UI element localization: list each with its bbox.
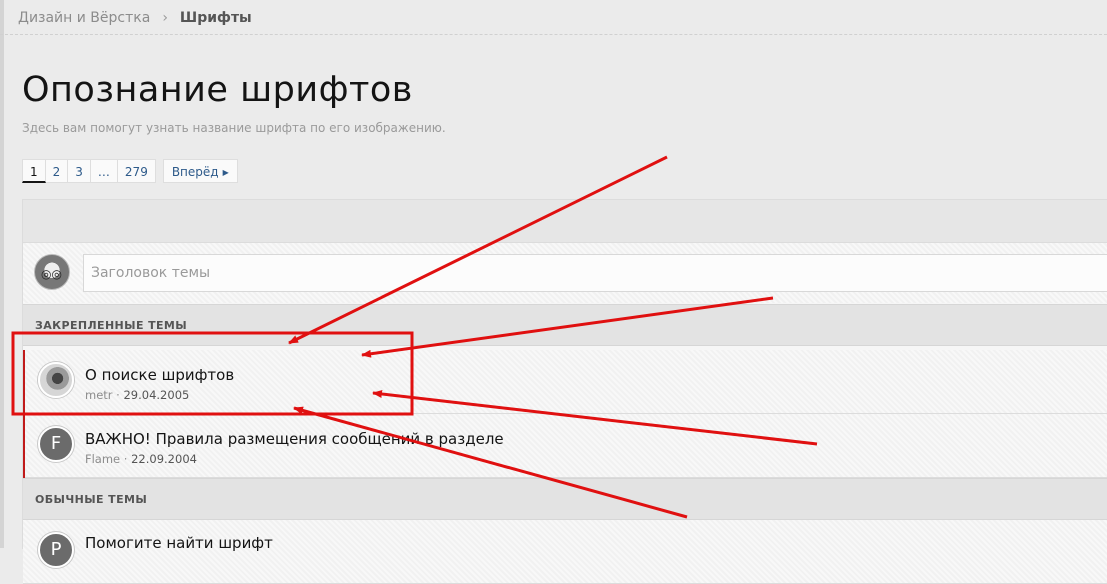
breadcrumb-parent-link[interactable]: Дизайн и Вёрстка xyxy=(18,10,150,26)
sticky-section-header: ЗАКРЕПЛЕННЫЕ ТЕМЫ xyxy=(23,304,1107,346)
breadcrumb-current-link[interactable]: Шрифты xyxy=(180,10,252,26)
glasses-icon: ◎◎ xyxy=(41,267,62,281)
thread-meta: metr · 29.04.2005 xyxy=(85,388,190,402)
quick-thread-row: ◎◎ xyxy=(23,243,1107,303)
page-title: Опознание шрифтов xyxy=(22,70,413,110)
thread-row[interactable]: F ВАЖНО! Правила размещения сообщений в … xyxy=(23,414,1107,478)
thread-author-link[interactable]: Flame xyxy=(85,452,120,466)
thread-title-link[interactable]: О поиске шрифтов xyxy=(85,366,234,384)
thread-author-link[interactable]: metr xyxy=(85,388,113,402)
thread-date: 29.04.2005 xyxy=(123,388,190,402)
page-link-3[interactable]: 3 xyxy=(68,159,91,183)
pagination: 1 2 3 … 279 Вперёд ▶ xyxy=(22,159,238,183)
thread-title-input[interactable] xyxy=(83,254,1107,292)
page-ellipsis-button[interactable]: … xyxy=(90,159,118,183)
avatar[interactable]: ◎◎ xyxy=(34,254,70,290)
avatar[interactable]: P xyxy=(38,532,74,568)
page-link-1[interactable]: 1 xyxy=(22,159,46,183)
thread-date: 22.09.2004 xyxy=(131,452,197,466)
chevron-right-icon: › xyxy=(162,10,168,26)
page-link-last[interactable]: 279 xyxy=(117,159,156,183)
avatar[interactable]: F xyxy=(38,426,74,462)
thread-row[interactable]: О поиске шрифтов metr · 29.04.2005 xyxy=(23,350,1107,414)
normal-section-header: ОБЫЧНЫЕ ТЕМЫ xyxy=(23,478,1107,520)
next-page-label: Вперёд xyxy=(171,165,219,179)
sticky-section-label: ЗАКРЕПЛЕННЫЕ ТЕМЫ xyxy=(35,319,188,332)
page-left-border xyxy=(0,0,4,548)
breadcrumb: Дизайн и Вёрстка › Шрифты xyxy=(18,10,252,26)
sticky-indicator-bar xyxy=(23,350,25,478)
thread-meta: Flame · 22.09.2004 xyxy=(85,452,197,466)
thread-list-header xyxy=(23,200,1107,243)
thread-title-link[interactable]: ВАЖНО! Правила размещения сообщений в ра… xyxy=(85,430,504,448)
next-page-button[interactable]: Вперёд ▶ xyxy=(162,159,238,183)
page-link-2[interactable]: 2 xyxy=(45,159,69,183)
thread-row[interactable]: P Помогите найти шрифт xyxy=(23,520,1107,584)
page-description: Здесь вам помогут узнать название шрифта… xyxy=(22,121,446,135)
thread-title-link[interactable]: Помогите найти шрифт xyxy=(85,534,273,552)
avatar[interactable] xyxy=(38,362,74,398)
thread-list-panel: ◎◎ ЗАКРЕПЛЕННЫЕ ТЕМЫ О поиске шрифтов me… xyxy=(22,199,1107,584)
caret-right-icon: ▶ xyxy=(222,168,229,177)
normal-section-label: ОБЫЧНЫЕ ТЕМЫ xyxy=(35,493,148,506)
breadcrumb-divider xyxy=(0,34,1107,35)
